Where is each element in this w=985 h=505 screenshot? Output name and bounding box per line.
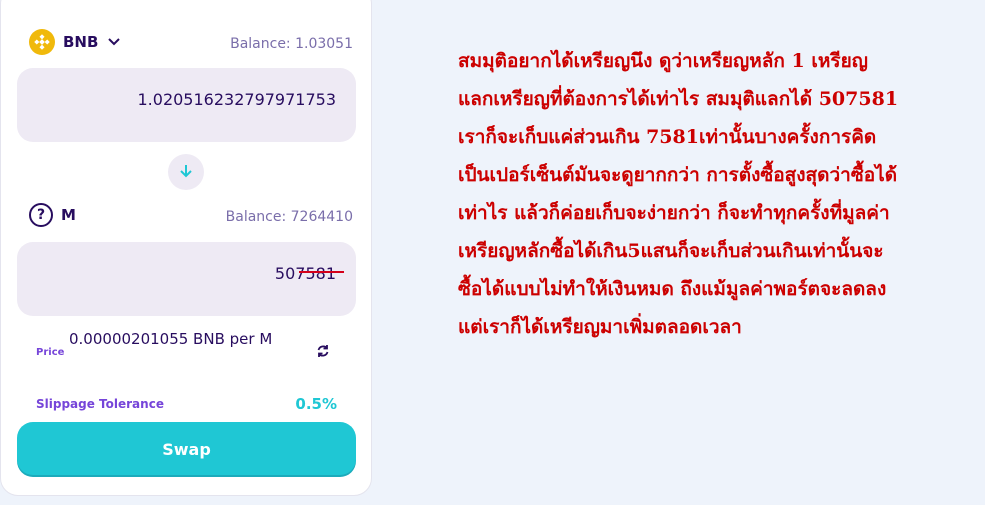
swap-button[interactable]: Swap <box>17 422 356 477</box>
note-line: แต่เราก็ได้เหรียญมาเพิ่มตลอดเวลา <box>458 316 742 338</box>
to-balance: Balance: 7264410 <box>225 209 353 225</box>
note-line: เหรียญหลักซื้อได้เกิน5แสนก็จะเก็บส่วนเกิ… <box>458 240 884 262</box>
note-line: เราก็จะเก็บแค่ส่วนเกิน 7581เท่านั้นบางคร… <box>458 126 877 148</box>
bnb-icon <box>29 29 55 55</box>
question-icon: ? <box>29 203 53 227</box>
to-amount-value: 507581 <box>274 264 336 283</box>
from-token-selector[interactable]: BNB <box>29 29 121 55</box>
arrow-down-icon <box>179 163 193 182</box>
note-line: แลกเหรียญที่ต้องการได้เท่าไร สมมุติแลกได… <box>458 88 899 110</box>
swap-card: BNB Balance: 1.03051 1.02051623279797175… <box>0 0 372 496</box>
to-token-selector[interactable]: ? M <box>29 203 76 227</box>
from-amount-value: 1.020516232797971753 <box>137 90 337 109</box>
to-token-symbol: M <box>61 206 76 224</box>
note-line: สมมุติอยากได้เหรียญนึง ดูว่าเหรียญหลัก 1… <box>458 50 868 72</box>
chevron-down-icon <box>108 35 121 49</box>
from-token-symbol: BNB <box>63 33 99 51</box>
amount-underline-mark <box>299 271 344 273</box>
slippage-label: Slippage Tolerance <box>36 397 164 411</box>
note-line: เป็นเปอร์เซ็นต์มันจะดูยากกว่า การตั้งซื้… <box>458 164 898 186</box>
note-line: เท่าไร แล้วก็ค่อยเก็บจะง่ายกว่า ก็จะทำทุ… <box>458 202 890 224</box>
slippage-value[interactable]: 0.5% <box>295 395 337 413</box>
from-amount-input[interactable]: 1.020516232797971753 <box>17 68 356 142</box>
from-balance: Balance: 1.03051 <box>230 36 353 52</box>
annotation-text: สมมุติอยากได้เหรียญนึง ดูว่าเหรียญหลัก 1… <box>458 42 978 346</box>
note-line: ซื้อได้แบบไม่ทำให้เงินหมด ถึงแม้มูลค่าพอ… <box>458 278 887 300</box>
refresh-icon[interactable] <box>316 344 330 362</box>
to-amount-input[interactable]: 507581 <box>17 242 356 316</box>
price-value: 0.00000201055 BNB per M <box>69 330 273 348</box>
price-label: Price <box>36 347 65 358</box>
switch-direction-button[interactable] <box>168 154 204 190</box>
